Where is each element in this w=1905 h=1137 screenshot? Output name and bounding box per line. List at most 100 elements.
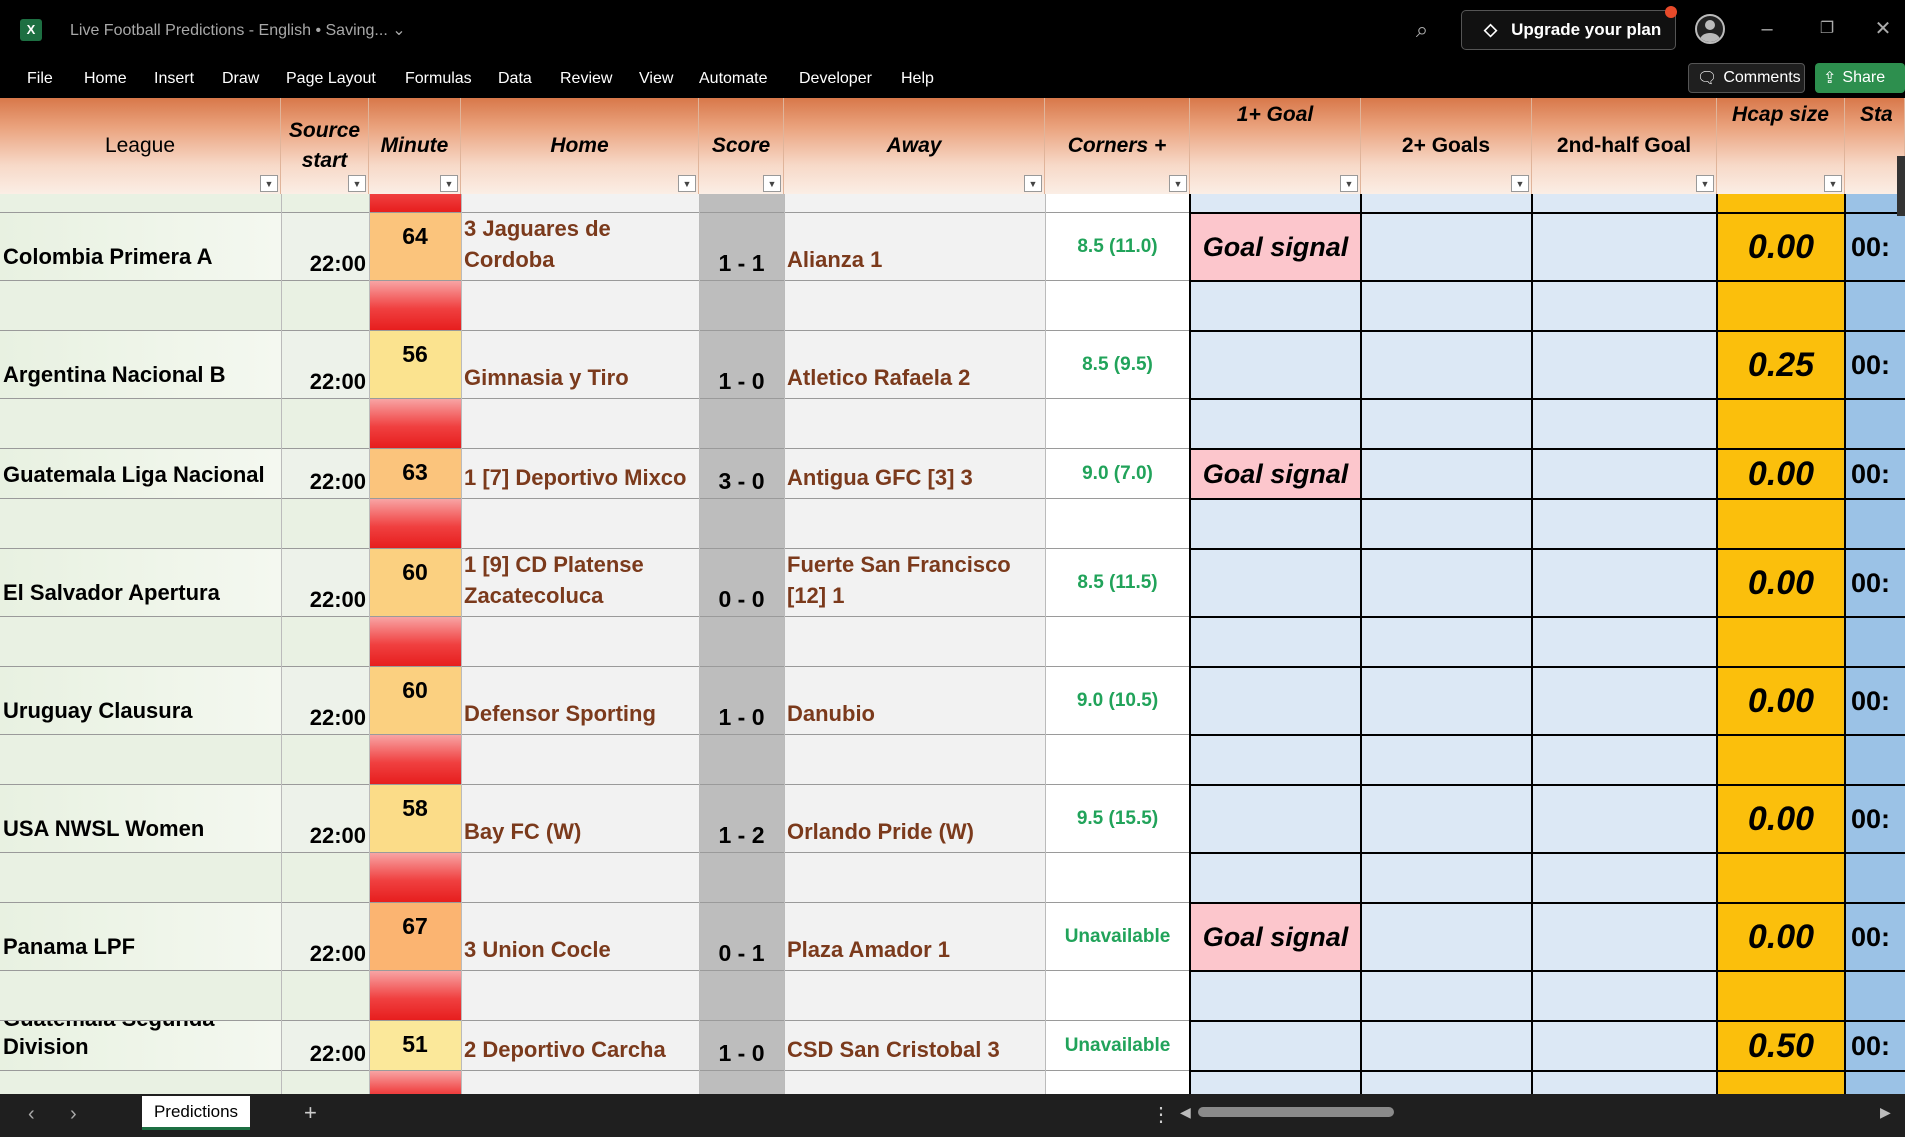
- cell-corners[interactable]: 8.5 (11.0): [1045, 213, 1190, 281]
- cell-start[interactable]: 22:00: [281, 785, 369, 853]
- cell-status[interactable]: 00:: [1845, 549, 1905, 617]
- cell-goal2[interactable]: [1361, 785, 1532, 853]
- filter-dropdown-icon[interactable]: ▼: [440, 175, 458, 192]
- cell-hcap[interactable]: 0.25: [1717, 331, 1845, 399]
- filter-dropdown-icon[interactable]: ▼: [1824, 175, 1842, 192]
- cell-minute[interactable]: 64: [369, 213, 461, 281]
- cell-corners-sub[interactable]: [1045, 735, 1190, 785]
- cell-corners[interactable]: 8.5 (9.5): [1045, 331, 1190, 399]
- cell-spacer[interactable]: [1045, 194, 1190, 213]
- cell-away-sub[interactable]: [784, 281, 1045, 331]
- cell-status-sub[interactable]: [1845, 735, 1905, 785]
- cell-league[interactable]: Panama LPF: [0, 903, 281, 971]
- cell-start-sub[interactable]: [281, 1071, 369, 1094]
- cell-spacer[interactable]: [1190, 194, 1361, 213]
- cell-half-sub[interactable]: [1532, 499, 1717, 549]
- cell-start[interactable]: 22:00: [281, 667, 369, 735]
- cell-goal1-sub[interactable]: [1190, 399, 1361, 449]
- cell-away[interactable]: Orlando Pride (W): [784, 785, 1045, 853]
- cell-status[interactable]: 00:: [1845, 331, 1905, 399]
- cell-away[interactable]: Antigua GFC [3] 3: [784, 449, 1045, 499]
- cell-away[interactable]: Plaza Amador 1: [784, 903, 1045, 971]
- cell-goal2-sub[interactable]: [1361, 399, 1532, 449]
- cell-goal1[interactable]: [1190, 785, 1361, 853]
- cell-goal2[interactable]: [1361, 667, 1532, 735]
- cell-score[interactable]: 1 - 0: [699, 331, 784, 399]
- cell-league-sub[interactable]: [0, 971, 281, 1021]
- cell-goal1[interactable]: Goal signal: [1190, 449, 1361, 499]
- cell-half-sub[interactable]: [1532, 617, 1717, 667]
- cell-score-sub[interactable]: [699, 499, 784, 549]
- add-sheet-icon[interactable]: +: [304, 1100, 317, 1126]
- cell-minute-sub[interactable]: [369, 735, 461, 785]
- cell-minute-sub[interactable]: [369, 971, 461, 1021]
- cell-goal1-sub[interactable]: [1190, 1071, 1361, 1094]
- cell-goal2[interactable]: [1361, 449, 1532, 499]
- menu-automate[interactable]: Automate: [699, 70, 767, 88]
- cell-minute[interactable]: 60: [369, 667, 461, 735]
- cell-score-sub[interactable]: [699, 1071, 784, 1094]
- cell-goal1[interactable]: [1190, 549, 1361, 617]
- prev-sheet-icon[interactable]: ‹: [28, 1103, 35, 1126]
- filter-dropdown-icon[interactable]: ▼: [1340, 175, 1358, 192]
- cell-goal1[interactable]: [1190, 1021, 1361, 1071]
- cell-goal2-sub[interactable]: [1361, 1071, 1532, 1094]
- cell-league-sub[interactable]: [0, 1071, 281, 1094]
- cell-corners-sub[interactable]: [1045, 617, 1190, 667]
- close-icon[interactable]: ✕: [1863, 14, 1903, 44]
- menu-file[interactable]: File: [27, 70, 53, 88]
- cell-goal2[interactable]: [1361, 331, 1532, 399]
- cell-goal1[interactable]: [1190, 331, 1361, 399]
- cell-goal1-sub[interactable]: [1190, 499, 1361, 549]
- menu-home[interactable]: Home: [84, 70, 127, 88]
- cell-home-sub[interactable]: [461, 1071, 699, 1094]
- cell-half[interactable]: [1532, 903, 1717, 971]
- cell-away-sub[interactable]: [784, 617, 1045, 667]
- next-sheet-icon[interactable]: ›: [70, 1103, 77, 1126]
- menu-help[interactable]: Help: [901, 70, 934, 88]
- menu-insert[interactable]: Insert: [154, 70, 194, 88]
- cell-half-sub[interactable]: [1532, 399, 1717, 449]
- cell-minute[interactable]: 58: [369, 785, 461, 853]
- cell-league-sub[interactable]: [0, 617, 281, 667]
- horizontal-scrollbar-thumb[interactable]: [1198, 1107, 1394, 1117]
- cell-home[interactable]: 3 Union Cocle: [461, 903, 699, 971]
- cell-goal1-sub[interactable]: [1190, 735, 1361, 785]
- cell-away-sub[interactable]: [784, 399, 1045, 449]
- cell-spacer[interactable]: [1845, 194, 1905, 213]
- cell-status-sub[interactable]: [1845, 499, 1905, 549]
- cell-score[interactable]: 3 - 0: [699, 449, 784, 499]
- cell-status-sub[interactable]: [1845, 399, 1905, 449]
- cell-corners-sub[interactable]: [1045, 853, 1190, 903]
- cell-score[interactable]: 0 - 0: [699, 549, 784, 617]
- cell-hcap-sub[interactable]: [1717, 399, 1845, 449]
- cell-corners[interactable]: Unavailable: [1045, 903, 1190, 971]
- cell-minute[interactable]: 60: [369, 549, 461, 617]
- cell-goal2[interactable]: [1361, 549, 1532, 617]
- spreadsheet-grid[interactable]: League ▼ Source start ▼ Minute ▼ Home ▼ Scor…: [0, 98, 1905, 1094]
- cell-spacer[interactable]: [1717, 194, 1845, 213]
- cell-half-sub[interactable]: [1532, 1071, 1717, 1094]
- cell-league[interactable]: Uruguay Clausura: [0, 667, 281, 735]
- cell-start-sub[interactable]: [281, 281, 369, 331]
- cell-score[interactable]: 1 - 2: [699, 785, 784, 853]
- menu-developer[interactable]: Developer: [799, 70, 872, 88]
- cell-status[interactable]: 00:: [1845, 449, 1905, 499]
- cell-league[interactable]: USA NWSL Women: [0, 785, 281, 853]
- cell-status[interactable]: 00:: [1845, 903, 1905, 971]
- cell-half-sub[interactable]: [1532, 971, 1717, 1021]
- restore-icon[interactable]: ❐: [1807, 14, 1847, 44]
- cell-minute-sub[interactable]: [369, 617, 461, 667]
- cell-home-sub[interactable]: [461, 281, 699, 331]
- vertical-scrollbar[interactable]: [1897, 156, 1905, 216]
- cell-minute[interactable]: 63: [369, 449, 461, 499]
- cell-league[interactable]: Argentina Nacional B: [0, 331, 281, 399]
- cell-minute-sub[interactable]: [369, 853, 461, 903]
- cell-home-sub[interactable]: [461, 617, 699, 667]
- cell-home[interactable]: 2 Deportivo Carcha: [461, 1021, 699, 1071]
- filter-dropdown-icon[interactable]: ▼: [1024, 175, 1042, 192]
- cell-start-sub[interactable]: [281, 617, 369, 667]
- cell-away-sub[interactable]: [784, 853, 1045, 903]
- cell-score[interactable]: 1 - 0: [699, 1021, 784, 1071]
- cell-half[interactable]: [1532, 449, 1717, 499]
